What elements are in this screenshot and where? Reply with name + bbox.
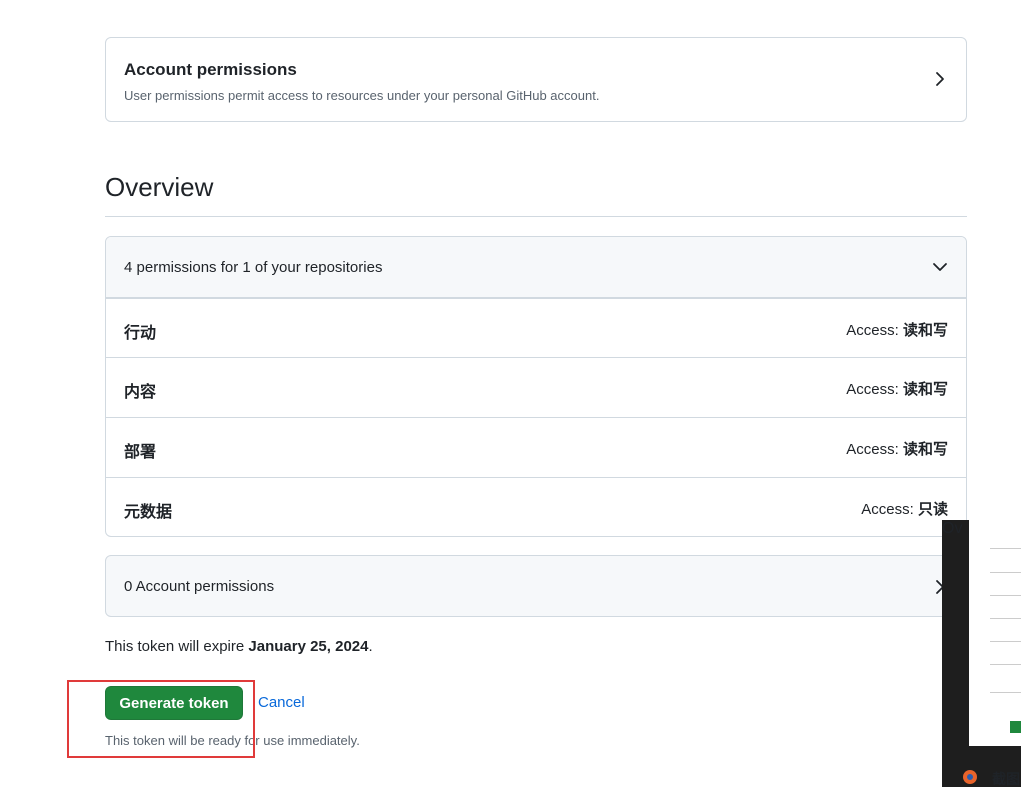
screenshot-tool-icon[interactable] bbox=[962, 769, 978, 785]
thumbnail-divider bbox=[990, 572, 1021, 573]
token-expiry-date: January 25, 2024 bbox=[248, 638, 369, 655]
annotation-highlight-box bbox=[67, 680, 255, 758]
chevron-right-icon[interactable] bbox=[930, 69, 950, 89]
permission-access: Access: 读和写 bbox=[846, 322, 948, 339]
overview-heading: Overview bbox=[105, 172, 214, 202]
permission-row: 元数据 Access: 只读 bbox=[106, 477, 966, 536]
cancel-link[interactable]: Cancel bbox=[258, 694, 305, 711]
thumbnail-divider bbox=[990, 595, 1021, 596]
screenshot-thumbnail-overlay[interactable]: Ov bbox=[942, 520, 1021, 787]
permission-name: 行动 bbox=[124, 325, 157, 342]
repository-permissions-panel: 4 permissions for 1 of your repositories… bbox=[105, 236, 967, 537]
permission-name: 部署 bbox=[124, 444, 157, 461]
permission-row: 内容 Access: 读和写 bbox=[106, 357, 966, 416]
account-permissions-count: 0 Account permissions bbox=[124, 578, 275, 595]
screenshot-tool-label[interactable]: 截图 bbox=[992, 769, 1020, 789]
permission-name: 元数据 bbox=[124, 504, 173, 521]
thumbnail-divider bbox=[990, 641, 1021, 642]
permission-access: Access: 只读 bbox=[861, 501, 948, 518]
permission-name: 内容 bbox=[124, 384, 157, 401]
permission-row: 部署 Access: 读和写 bbox=[106, 417, 966, 476]
chevron-down-icon[interactable] bbox=[930, 257, 950, 277]
thumbnail-page bbox=[969, 520, 1021, 746]
permission-access: Access: 读和写 bbox=[846, 441, 948, 458]
permission-access: Access: 读和写 bbox=[846, 381, 948, 398]
repository-permissions-header[interactable]: 4 permissions for 1 of your repositories bbox=[106, 237, 966, 298]
account-permissions-card[interactable]: Account permissions User permissions per… bbox=[105, 37, 967, 122]
repository-permissions-summary: 4 permissions for 1 of your repositories bbox=[124, 259, 383, 276]
thumbnail-title: Ov bbox=[942, 520, 963, 537]
thumbnail-divider bbox=[990, 618, 1021, 619]
account-permissions-summary-panel[interactable]: 0 Account permissions bbox=[105, 555, 967, 617]
thumbnail-divider bbox=[990, 664, 1021, 665]
account-permissions-title: Account permissions bbox=[124, 60, 297, 79]
thumbnail-divider bbox=[990, 692, 1021, 693]
thumbnail-divider bbox=[990, 548, 1021, 549]
overview-divider bbox=[105, 216, 967, 217]
permission-row: 行动 Access: 读和写 bbox=[106, 298, 966, 357]
account-permissions-description: User permissions permit access to resour… bbox=[124, 88, 600, 103]
thumbnail-button bbox=[1010, 721, 1021, 733]
token-expiry-text: This token will expire January 25, 2024. bbox=[105, 638, 373, 655]
